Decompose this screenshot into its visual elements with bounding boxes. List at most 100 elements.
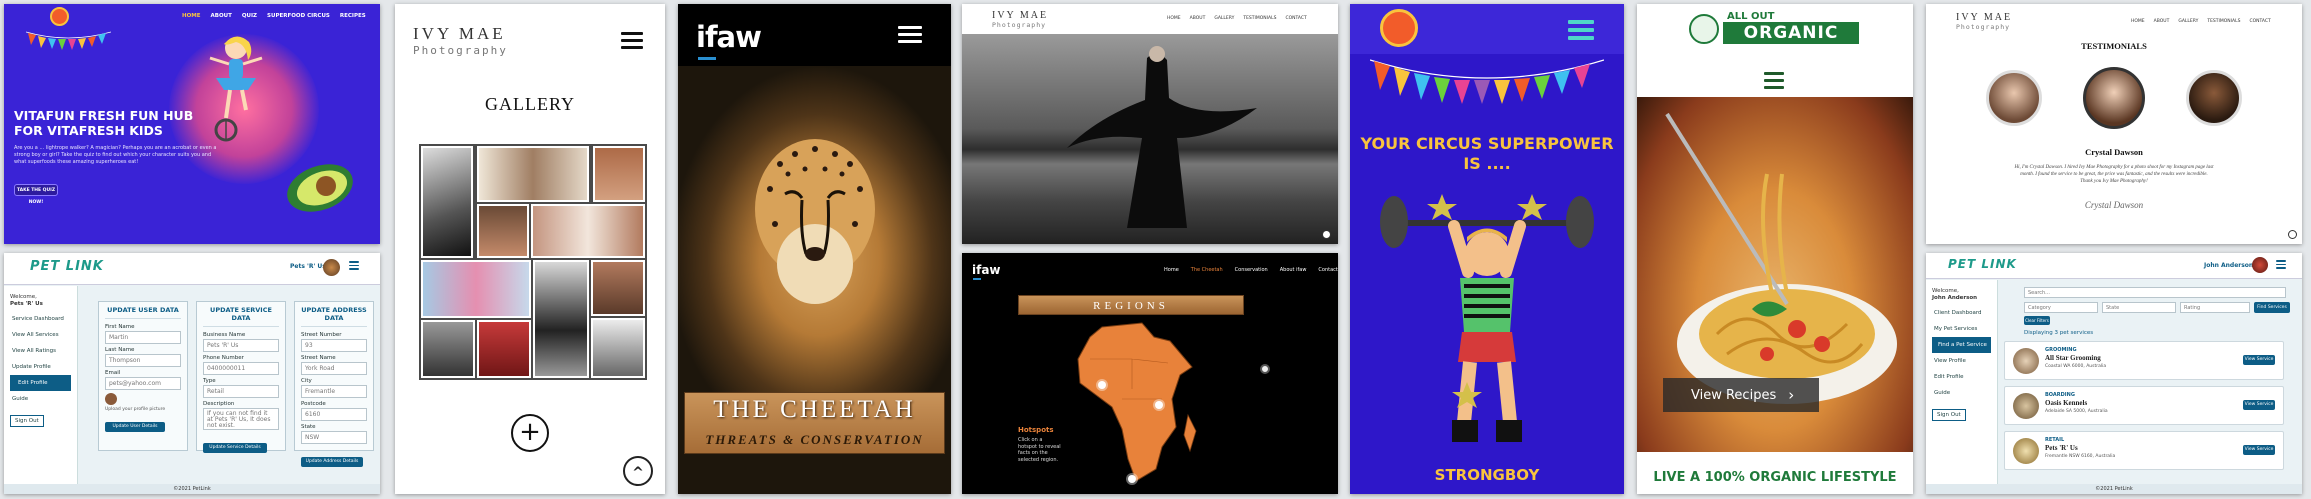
hamburger-menu-icon[interactable] bbox=[2276, 258, 2286, 271]
hamburger-menu-icon[interactable] bbox=[349, 259, 359, 272]
hamburger-menu-icon[interactable] bbox=[1568, 16, 1594, 44]
scroll-top-button[interactable]: ^ bbox=[623, 456, 653, 486]
sidebar-item-view-all-services[interactable]: View All Services bbox=[4, 327, 77, 343]
map-hotspot-east[interactable] bbox=[1155, 401, 1163, 409]
gallery-photo[interactable] bbox=[591, 318, 645, 378]
brand-top[interactable]: IVY MAE bbox=[1956, 12, 2012, 23]
sidebar-item-view-profile[interactable]: View Profile bbox=[1926, 353, 1997, 369]
gallery-photo[interactable] bbox=[477, 320, 531, 378]
gallery-photo[interactable] bbox=[593, 146, 645, 202]
scroll-down-button[interactable] bbox=[1322, 230, 1331, 239]
street-number-field[interactable]: 93 bbox=[301, 339, 367, 352]
gallery-photo[interactable] bbox=[421, 320, 475, 378]
sidebar-item-sign-out[interactable]: Sign Out bbox=[1932, 409, 1966, 421]
city-field[interactable]: Fremantle bbox=[301, 385, 367, 398]
sidebar-item-guide[interactable]: Guide bbox=[1926, 385, 1997, 401]
nav-home[interactable]: HOME bbox=[182, 13, 201, 19]
nav-the-cheetah[interactable]: The Cheetah bbox=[1191, 267, 1223, 273]
state-select[interactable]: State bbox=[2102, 302, 2176, 313]
first-name-field[interactable]: Martin bbox=[105, 331, 181, 344]
nav-quiz[interactable]: QUIZ bbox=[242, 13, 257, 19]
nav-contact[interactable]: CONTACT bbox=[1285, 16, 1306, 21]
nav-recipes[interactable]: RECIPES bbox=[340, 13, 366, 19]
petlink-logo[interactable]: PET LINK bbox=[30, 259, 104, 274]
leaf-logo-icon[interactable] bbox=[1689, 14, 1719, 44]
gallery-photo[interactable] bbox=[533, 260, 589, 378]
scroll-top-button[interactable] bbox=[2288, 230, 2297, 239]
hamburger-menu-icon[interactable] bbox=[621, 28, 643, 53]
hamburger-menu-icon[interactable] bbox=[898, 22, 922, 47]
avatar[interactable] bbox=[323, 259, 340, 276]
sidebar-item-guide[interactable]: Guide bbox=[4, 391, 77, 407]
ifaw-logo[interactable]: ifaw bbox=[696, 20, 762, 54]
last-name-field[interactable]: Thompson bbox=[105, 354, 181, 367]
rating-select[interactable]: Rating bbox=[2180, 302, 2250, 313]
nav-about-ifaw[interactable]: About ifaw bbox=[1280, 267, 1307, 273]
nav-testimonials[interactable]: TESTIMONIALS bbox=[2207, 19, 2240, 24]
brand-top[interactable]: IVY MAE bbox=[413, 24, 506, 44]
update-service-button[interactable]: Update Service Details bbox=[203, 443, 267, 453]
nav-home[interactable]: HOME bbox=[2131, 19, 2145, 24]
update-address-button[interactable]: Update Address Details bbox=[301, 457, 363, 467]
nav-conservation[interactable]: Conservation bbox=[1235, 267, 1268, 273]
nav-about[interactable]: ABOUT bbox=[1190, 16, 1206, 21]
nav-home[interactable]: Home bbox=[1164, 267, 1179, 273]
sidebar-item-edit-profile[interactable]: Edit Profile bbox=[10, 375, 71, 391]
nav-gallery[interactable]: GALLERY bbox=[1214, 16, 1234, 21]
sidebar-item-find-pet-service[interactable]: Find a Pet Service bbox=[1932, 337, 1991, 353]
profile-picture[interactable] bbox=[105, 393, 117, 405]
view-service-button[interactable]: View Service bbox=[2243, 445, 2275, 455]
gallery-photo[interactable] bbox=[421, 260, 531, 318]
business-name-field[interactable]: Pets 'R' Us bbox=[203, 339, 279, 352]
phone-field[interactable]: 0400000011 bbox=[203, 362, 279, 375]
gallery-photo[interactable] bbox=[477, 146, 589, 202]
gallery-photo[interactable] bbox=[591, 260, 645, 316]
nav-testimonials[interactable]: TESTIMONIALS bbox=[1243, 16, 1276, 21]
add-photo-button[interactable]: + bbox=[511, 414, 549, 452]
view-service-button[interactable]: View Service bbox=[2243, 400, 2275, 410]
take-quiz-button[interactable]: TAKE THE QUIZ NOW! bbox=[14, 184, 58, 205]
brand-top[interactable]: IVY MAE bbox=[992, 10, 1048, 21]
map-hotspot-south[interactable] bbox=[1128, 475, 1136, 483]
map-hotspot-island[interactable] bbox=[1260, 364, 1270, 374]
nav-superfood-circus[interactable]: SUPERFOOD CIRCUS bbox=[267, 13, 330, 19]
description-field[interactable]: If you can not find it at Pets 'R' Us, I… bbox=[203, 408, 279, 430]
sidebar-item-view-all-ratings[interactable]: View All Ratings bbox=[4, 343, 77, 359]
email-field[interactable]: pets@yahoo.com bbox=[105, 377, 181, 390]
sidebar-item-client-dashboard[interactable]: Client Dashboard bbox=[1926, 305, 1997, 321]
sidebar-item-service-dashboard[interactable]: Service Dashboard bbox=[4, 311, 77, 327]
testimonial-avatar[interactable] bbox=[2186, 70, 2242, 126]
sidebar-item-edit-profile[interactable]: Edit Profile bbox=[1926, 369, 1997, 385]
nav-contact[interactable]: CONTACT bbox=[2249, 19, 2270, 24]
gallery-photo[interactable] bbox=[531, 204, 645, 258]
gallery-photo[interactable] bbox=[477, 204, 529, 258]
nav-about[interactable]: ABOUT bbox=[211, 13, 232, 19]
avatar[interactable] bbox=[2252, 257, 2268, 273]
nav-home[interactable]: HOME bbox=[1167, 16, 1181, 21]
find-services-button[interactable]: Find Services bbox=[2254, 302, 2290, 313]
petlink-logo[interactable]: PET LINK bbox=[1948, 257, 2017, 271]
type-select[interactable]: Retail bbox=[203, 385, 279, 398]
view-service-button[interactable]: View Service bbox=[2243, 355, 2275, 365]
testimonial-avatar-active[interactable] bbox=[2083, 67, 2145, 129]
ifaw-logo[interactable]: ifaw bbox=[972, 263, 1001, 277]
update-user-button[interactable]: Update User Details bbox=[105, 422, 165, 432]
state-select[interactable]: NSW bbox=[301, 431, 367, 444]
hamburger-menu-icon[interactable] bbox=[1764, 68, 1784, 93]
postcode-field[interactable]: 6160 bbox=[301, 408, 367, 421]
view-recipes-button[interactable]: View Recipes › bbox=[1663, 378, 1819, 412]
sidebar-item-update-profile[interactable]: Update Profile bbox=[4, 359, 77, 375]
nav-gallery[interactable]: GALLERY bbox=[2178, 19, 2198, 24]
nav-contact[interactable]: Contact bbox=[1318, 267, 1337, 273]
search-input[interactable]: Search... bbox=[2024, 287, 2286, 298]
sidebar-item-sign-out[interactable]: Sign Out bbox=[10, 415, 44, 427]
map-hotspot-west[interactable] bbox=[1098, 381, 1106, 389]
gallery-photo[interactable] bbox=[421, 146, 473, 258]
service-result-row[interactable]: BOARDING Oasis Kennels Adelaide SA 5000,… bbox=[2004, 386, 2284, 425]
testimonial-avatar[interactable] bbox=[1986, 70, 2042, 126]
street-name-field[interactable]: York Road bbox=[301, 362, 367, 375]
sidebar-item-my-pet-services[interactable]: My Pet Services bbox=[1926, 321, 1997, 337]
service-result-row[interactable]: GROOMING All Star Grooming Coastal WA 60… bbox=[2004, 341, 2284, 380]
logo-main[interactable]: ORGANIC bbox=[1723, 22, 1859, 44]
clear-filters-button[interactable]: Clear Filters bbox=[2024, 316, 2050, 325]
